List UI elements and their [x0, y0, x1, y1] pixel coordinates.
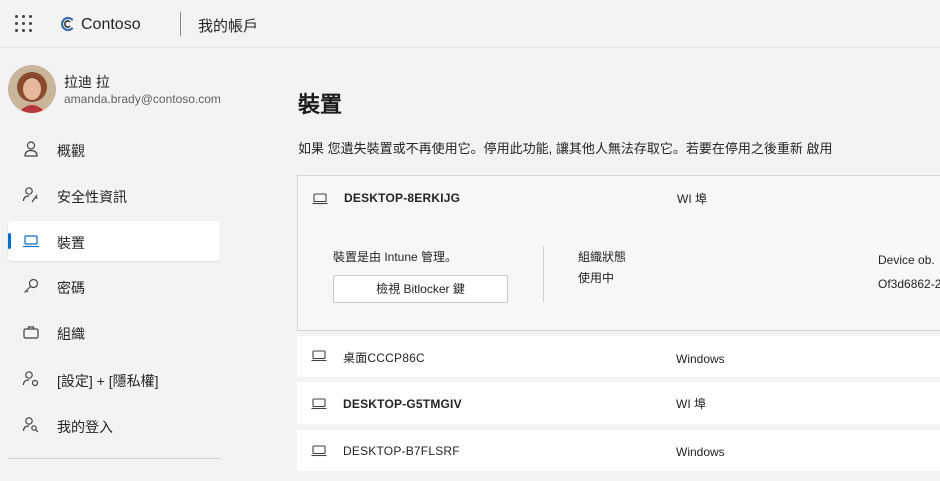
person-settings-icon — [22, 371, 39, 387]
user-name: 拉迪 拉 — [64, 74, 110, 90]
nav-item-label: 我的登入 — [57, 419, 113, 435]
laptop-icon — [312, 193, 328, 205]
device-os: WI 埠 — [676, 397, 706, 411]
nav-item-password[interactable]: 密碼 — [8, 266, 220, 306]
device-card[interactable]: DESKTOP-B7FLSRF Windows — [297, 430, 940, 471]
device-os: Windows — [676, 352, 725, 366]
intune-managed-text: 裝置是由 Intune 管理。 — [333, 250, 458, 264]
brand-name[interactable]: Contoso — [81, 16, 141, 34]
device-name: 桌面CCCP86C — [343, 351, 425, 365]
view-bitlocker-key-button[interactable]: 檢視 Bitlocker 鍵 — [333, 275, 508, 303]
sidebar-divider — [8, 458, 220, 459]
nav-item-label: [設定] + [隱私權] — [57, 373, 159, 389]
device-object-value: Of3d6862-2 — [878, 277, 940, 291]
device-os: Windows — [676, 445, 725, 459]
nav-item-label: 裝置 — [57, 235, 85, 251]
org-state-label: 組織狀態 — [578, 250, 627, 264]
person-icon — [24, 141, 38, 157]
org-state-value: 使用中 — [578, 271, 615, 285]
nav-item-my-sign-ins[interactable]: 我的登入 — [8, 405, 220, 445]
key-icon — [24, 278, 39, 293]
person-lock-icon — [22, 417, 39, 433]
page-title: 裝置 — [298, 92, 343, 117]
nav-item-devices[interactable]: 裝置 — [8, 221, 220, 261]
details-divider — [543, 246, 544, 302]
device-name: DESKTOP-G5TMGIV — [343, 397, 462, 411]
nav-item-security-info[interactable]: 安全性資訊 — [8, 175, 220, 215]
nav-item-overview[interactable]: 概觀 — [8, 129, 220, 169]
laptop-icon — [311, 445, 327, 457]
page-description: 如果 您遺失裝置或不再使用它。停用此功能, 讓其他人無法存取它。若要在停用之後重… — [298, 141, 833, 156]
app-launcher-waffle-icon[interactable] — [15, 15, 33, 33]
device-card[interactable]: DESKTOP-G5TMGIV WI 埠 — [297, 382, 940, 424]
laptop-icon — [23, 235, 39, 248]
header-divider — [180, 12, 181, 36]
nav-item-label: 概觀 — [57, 143, 85, 159]
laptop-icon — [311, 398, 327, 410]
briefcase-icon — [23, 326, 39, 339]
app-title: 我的帳戶 — [198, 18, 259, 35]
nav-item-label: 安全性資訊 — [57, 189, 127, 205]
user-email: amanda.brady@contoso.com — [64, 92, 221, 106]
nav-item-label: 組織 — [57, 326, 85, 342]
device-object-label: Device ob. — [878, 253, 935, 267]
contoso-logo-icon — [60, 16, 74, 32]
device-os: WI 埠 — [677, 192, 707, 206]
top-header: Contoso 我的帳戶 — [0, 0, 940, 48]
device-name: DESKTOP-B7FLSRF — [343, 444, 460, 458]
nav-item-organizations[interactable]: 組織 — [8, 312, 220, 352]
nav-item-label: 密碼 — [57, 280, 85, 296]
avatar[interactable] — [8, 65, 56, 113]
device-card-expanded[interactable]: DESKTOP-8ERKIJG WI 埠 裝置是由 Intune 管理。 檢視 … — [297, 175, 940, 331]
device-card[interactable]: 桌面CCCP86C Windows — [297, 336, 940, 377]
person-key-icon — [22, 187, 38, 203]
laptop-icon — [311, 350, 327, 362]
device-name: DESKTOP-8ERKIJG — [344, 191, 461, 205]
nav-item-settings-privacy[interactable]: [設定] + [隱私權] — [8, 359, 220, 399]
